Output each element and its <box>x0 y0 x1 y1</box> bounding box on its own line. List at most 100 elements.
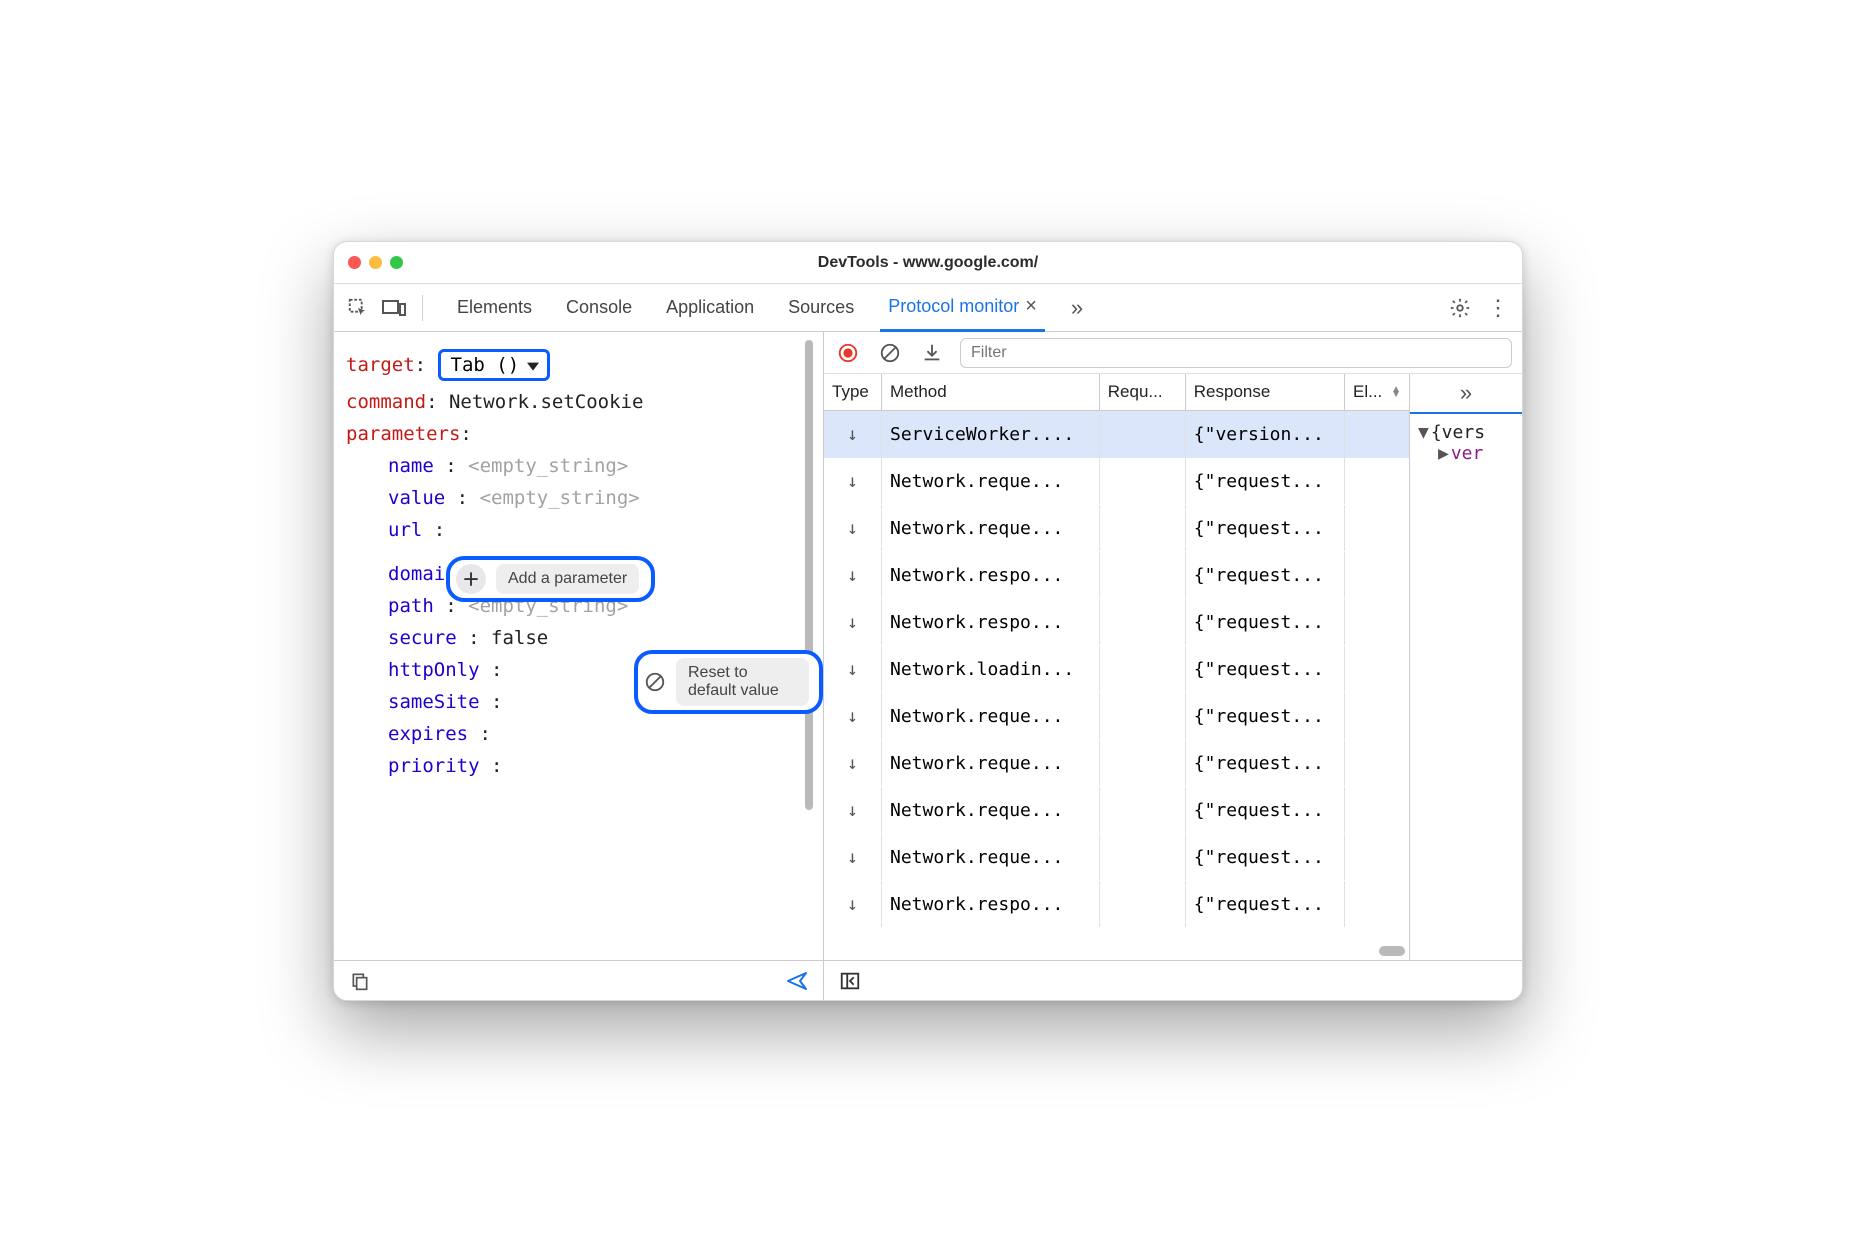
table-row[interactable]: ↓Network.respo...{"request... <box>824 881 1409 928</box>
cell-method: Network.loadin... <box>882 646 1100 692</box>
cell-elapsed <box>1345 740 1409 786</box>
param-key-url[interactable]: url <box>388 519 422 541</box>
param-key-path[interactable]: path <box>388 595 434 617</box>
param-key-value[interactable]: value <box>388 487 445 509</box>
cell-response: {"request... <box>1186 740 1345 786</box>
command-editor: target: Tab () command: Network.setCooki… <box>334 332 823 960</box>
param-key-samesite[interactable]: sameSite <box>388 691 480 713</box>
cell-method: Network.reque... <box>882 740 1100 786</box>
cell-elapsed <box>1345 834 1409 880</box>
param-key-expires[interactable]: expires <box>388 723 468 745</box>
cell-request <box>1100 505 1186 551</box>
param-key-name[interactable]: name <box>388 455 434 477</box>
save-button[interactable] <box>918 339 946 367</box>
cell-request <box>1100 458 1186 504</box>
cell-elapsed <box>1345 505 1409 551</box>
device-mode-icon[interactable] <box>380 294 408 322</box>
more-tabs-icon[interactable]: » <box>1063 294 1091 322</box>
tab-application[interactable]: Application <box>658 284 762 332</box>
direction-down-icon: ↓ <box>847 565 858 586</box>
copy-icon[interactable] <box>346 967 374 995</box>
editor-scrollbar[interactable] <box>805 340 813 810</box>
tree-caret-icon[interactable]: ▶ <box>1438 443 1449 464</box>
tree-root[interactable]: {vers <box>1431 422 1485 443</box>
record-button[interactable] <box>834 339 862 367</box>
cell-elapsed <box>1345 599 1409 645</box>
table-row[interactable]: ↓Network.respo...{"request... <box>824 599 1409 646</box>
cell-elapsed <box>1345 646 1409 692</box>
close-tab-icon[interactable]: × <box>1025 295 1037 318</box>
param-key-priority[interactable]: priority <box>388 755 480 777</box>
cell-method: ServiceWorker.... <box>882 411 1100 457</box>
table-row[interactable]: ↓Network.reque...{"request... <box>824 458 1409 505</box>
table-row[interactable]: ↓Network.reque...{"request... <box>824 740 1409 787</box>
messages-toolbar <box>824 332 1522 374</box>
tab-sources[interactable]: Sources <box>780 284 862 332</box>
close-window-button[interactable] <box>348 256 361 269</box>
tab-protocol-monitor[interactable]: Protocol monitor × <box>880 284 1045 332</box>
kebab-menu-icon[interactable]: ⋮ <box>1484 294 1512 322</box>
cell-elapsed <box>1345 881 1409 927</box>
cell-elapsed <box>1345 787 1409 833</box>
table-horizontal-scrollbar[interactable] <box>1379 946 1405 956</box>
reset-value-button[interactable] <box>644 667 666 697</box>
inspect-element-icon[interactable] <box>344 294 372 322</box>
add-parameter-button[interactable] <box>456 564 486 594</box>
col-method[interactable]: Method <box>882 374 1100 410</box>
filter-input[interactable] <box>960 338 1512 368</box>
devtools-window: DevTools - www.google.com/ Elements Cons… <box>333 241 1523 1001</box>
maximize-window-button[interactable] <box>390 256 403 269</box>
direction-down-icon: ↓ <box>847 659 858 680</box>
add-parameter-callout: Add a parameter <box>446 556 655 602</box>
toggle-side-panel-button[interactable] <box>836 967 864 995</box>
cell-method: Network.reque... <box>882 458 1100 504</box>
cell-response: {"request... <box>1186 505 1345 551</box>
right-footer <box>824 960 1522 1000</box>
direction-down-icon: ↓ <box>847 518 858 539</box>
table-row[interactable]: ↓Network.reque...{"request... <box>824 505 1409 552</box>
tab-elements[interactable]: Elements <box>449 284 540 332</box>
cell-elapsed <box>1345 458 1409 504</box>
tree-caret-icon[interactable]: ▼ <box>1418 422 1429 443</box>
param-secure-value[interactable]: false <box>491 627 548 649</box>
tree-child[interactable]: ver <box>1451 443 1484 464</box>
cell-request <box>1100 740 1186 786</box>
cell-method: Network.respo... <box>882 552 1100 598</box>
window-title: DevTools - www.google.com/ <box>334 254 1522 272</box>
cell-response: {"request... <box>1186 693 1345 739</box>
col-elapsed[interactable]: El...▲▼ <box>1345 374 1409 410</box>
table-row[interactable]: ↓ServiceWorker....{"version... <box>824 411 1409 458</box>
protocol-messages-panel: Type Method Requ... Response El...▲▼ ↓ Se… <box>824 332 1522 1000</box>
content-area: target: Tab () command: Network.setCooki… <box>334 332 1522 1000</box>
reset-value-callout: Reset to default value <box>634 650 823 714</box>
param-key-secure[interactable]: secure <box>388 627 457 649</box>
details-more-tabs[interactable]: » <box>1410 374 1522 414</box>
details-body: ▼{vers ▶ver <box>1410 414 1522 960</box>
param-key-httponly[interactable]: httpOnly <box>388 659 480 681</box>
table-row[interactable]: ↓Network.reque...{"request... <box>824 693 1409 740</box>
command-label: command <box>346 391 426 413</box>
table-row[interactable]: ↓Network.loadin...{"request... <box>824 646 1409 693</box>
tab-console[interactable]: Console <box>558 284 640 332</box>
param-value-value[interactable]: <empty_string> <box>480 487 640 509</box>
cell-request <box>1100 411 1186 457</box>
settings-icon[interactable] <box>1446 294 1474 322</box>
cell-response: {"version... <box>1186 411 1345 457</box>
col-type[interactable]: Type <box>824 374 882 410</box>
col-response[interactable]: Response <box>1186 374 1345 410</box>
minimize-window-button[interactable] <box>369 256 382 269</box>
target-select[interactable]: Tab () <box>438 349 551 381</box>
table-row[interactable]: ↓Network.respo...{"request... <box>824 552 1409 599</box>
cell-response: {"request... <box>1186 458 1345 504</box>
command-value[interactable]: Network.setCookie <box>449 391 643 413</box>
param-name-value[interactable]: <empty_string> <box>468 455 628 477</box>
send-command-button[interactable] <box>783 967 811 995</box>
table-row[interactable]: ↓Network.reque...{"request... <box>824 787 1409 834</box>
direction-down-icon: ↓ <box>847 706 858 727</box>
col-request[interactable]: Requ... <box>1100 374 1186 410</box>
cell-elapsed <box>1345 693 1409 739</box>
table-row[interactable]: ↓Network.reque...{"request... <box>824 834 1409 881</box>
details-pane: » ▼{vers ▶ver <box>1410 374 1522 960</box>
clear-button[interactable] <box>876 339 904 367</box>
cell-method: Network.respo... <box>882 599 1100 645</box>
